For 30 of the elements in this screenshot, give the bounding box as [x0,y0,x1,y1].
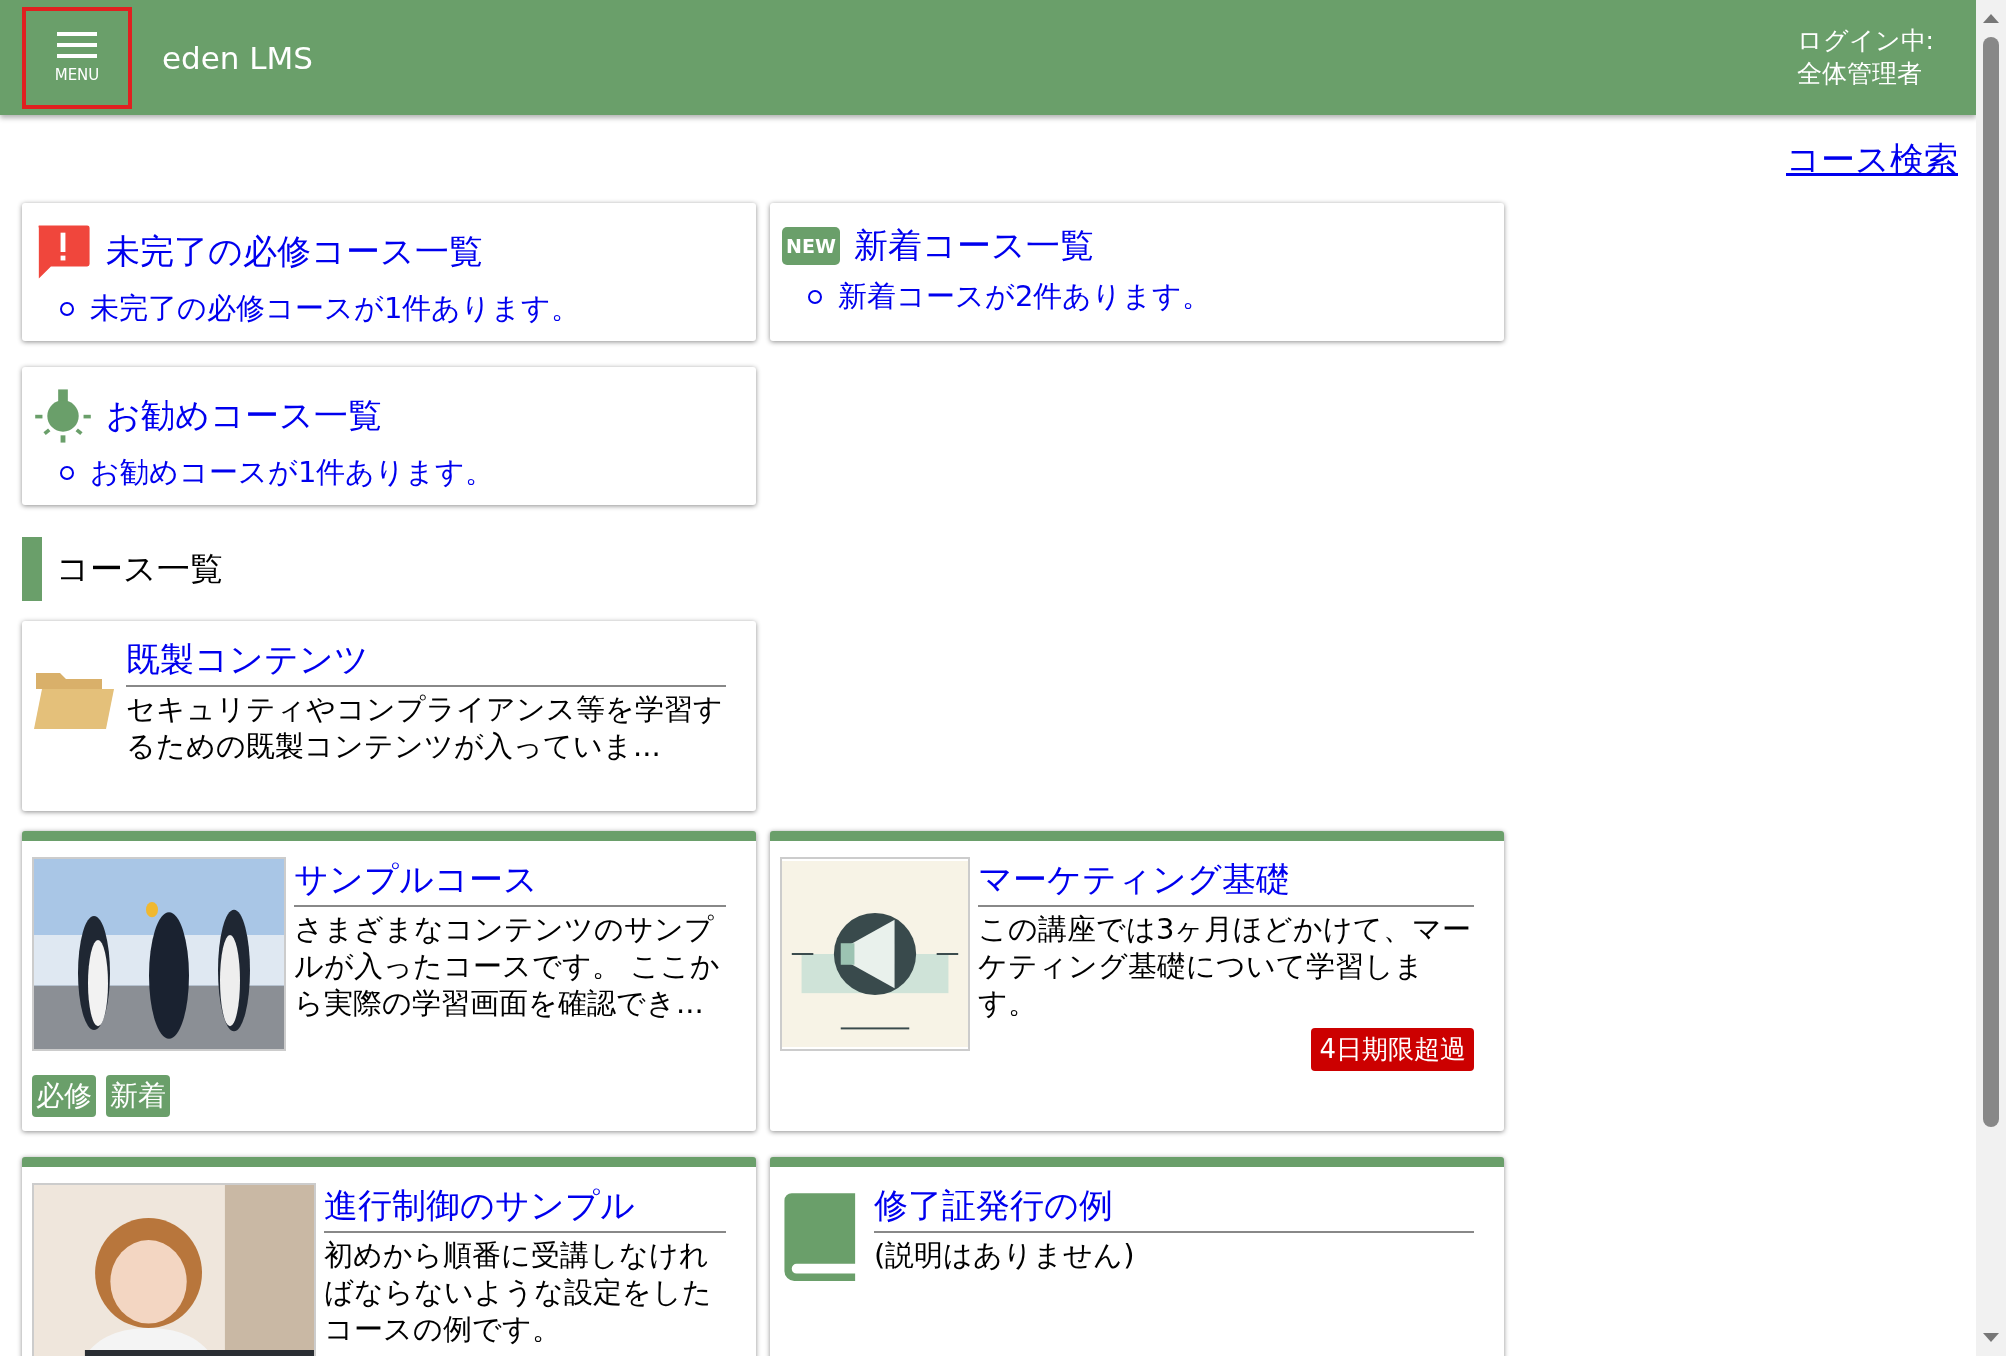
overdue-badge: 4日期限超過 [1311,1028,1474,1072]
scrollbar[interactable] [1976,0,2006,1356]
notice-link[interactable]: 新着コースが2件あります。 [838,277,1212,317]
bullet-icon [60,302,74,316]
bullet-icon [808,290,822,304]
course-search-link[interactable]: コース検索 [1786,137,1958,183]
course-description: セキュリティやコンプライアンス等を学習するための既製コンテンツが入っていま... [126,691,724,766]
lightbulb-icon [34,387,92,445]
course-title-link[interactable]: 既製コンテンツ [126,637,726,687]
app-title: eden LMS [162,39,315,76]
course-title-link[interactable]: 進行制御のサンプル [324,1183,726,1233]
notice-title-link[interactable]: お勧めコース一覧 [106,393,382,439]
new-icon: NEW [782,227,840,265]
course-title-link[interactable]: 修了証発行の例 [874,1183,1474,1233]
login-status: ログイン中: 全体管理者 [1796,25,1934,90]
course-tag: 必修 [32,1075,96,1117]
notice-title-link[interactable]: 新着コース一覧 [853,223,1094,269]
course-title-link[interactable]: サンプルコース [294,857,726,907]
section-title: コース一覧 [56,547,223,590]
notice-link[interactable]: お勧めコースが1件あります。 [90,453,495,493]
course-description: (説明はありません) [874,1237,1136,1274]
notice-title-link[interactable]: 未完了の必修コース一覧 [106,229,483,275]
section-marker [22,537,42,601]
course-description: 初めから順番に受講しなければならないような設定をしたコースの例です。 [324,1237,713,1349]
course-title-link[interactable]: マーケティング基礎 [978,857,1474,907]
course-description: この講座では3ヶ月ほどかけて、マーケティング基礎について学習します。 [978,911,1473,1023]
notice-link[interactable]: 未完了の必修コースが1件あります。 [90,289,581,329]
course-tag: 新着 [106,1075,170,1117]
course-description: さまざまなコンテンツのサンプルが入ったコースです。 ここから実際の学習画面を確認でき... [294,911,722,1023]
bullet-icon [60,466,74,480]
